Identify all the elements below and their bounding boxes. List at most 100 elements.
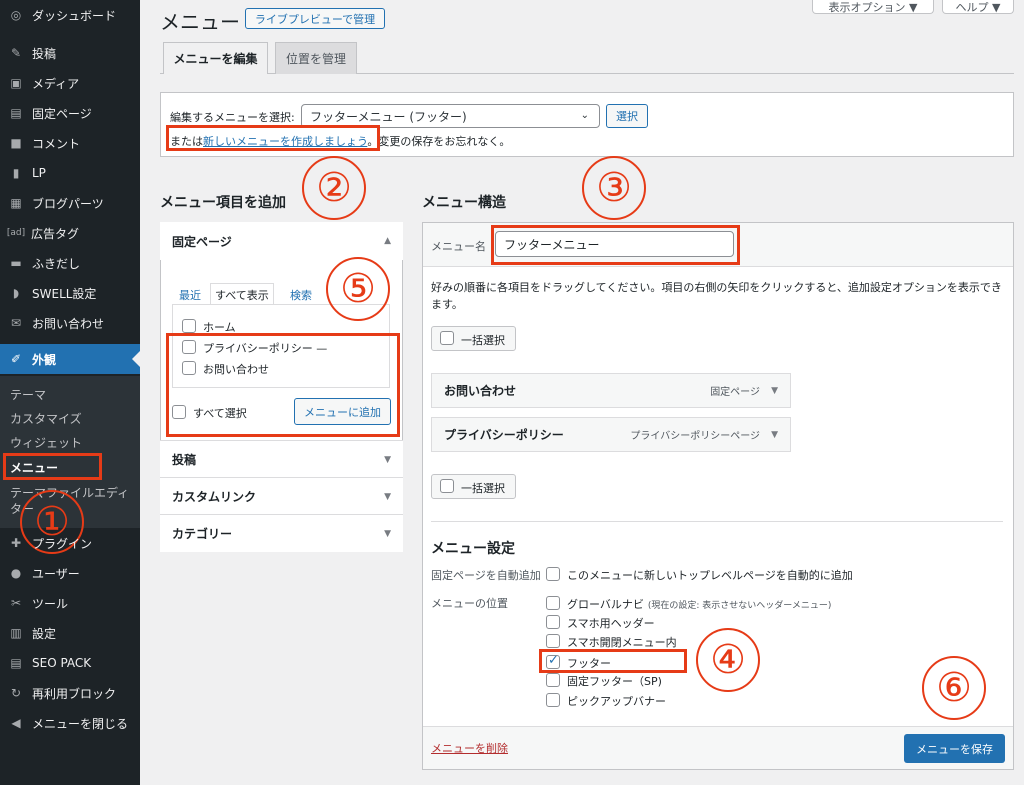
annotation-number-6: ⑥ [922, 656, 986, 720]
add-menu-items-heading: メニュー項目を追加 [160, 195, 286, 211]
sidebar-item-label: プラグイン [32, 536, 93, 551]
help-button[interactable]: ヘルプ ▼ [942, 0, 1014, 14]
location-name: スマホ用ヘッダー [567, 617, 655, 630]
sidebar-item-page[interactable]: ▤ 固定ページ [0, 98, 140, 128]
sidebar-item-seo[interactable]: ▤ SEO PACK [0, 648, 140, 678]
sidebar-item-media[interactable]: ▣ メディア [0, 68, 140, 98]
delete-menu-link[interactable]: メニューを削除 [431, 740, 508, 756]
annotation-number-2: ② [302, 156, 366, 220]
sidebar-item-dashboard[interactable]: ◎ ダッシュボード [0, 0, 140, 30]
screen-options-button[interactable]: 表示オプション ▼ [812, 0, 934, 14]
tab-manage-locations[interactable]: 位置を管理 [275, 42, 357, 74]
ad-icon: [ad] [6, 228, 26, 238]
menu-settings-heading: メニュー設定 [431, 541, 515, 557]
sidebar-item-label: LP [32, 166, 46, 180]
sidebar-item-settings[interactable]: ▥ 設定 [0, 618, 140, 648]
sidebar-item-balloon[interactable]: ▬ ふきだし [0, 248, 140, 278]
balloon-icon: ▬ [10, 256, 22, 270]
sidebar-item-label: 再利用ブロック [32, 686, 117, 701]
sidebar-item-blocks[interactable]: ▦ ブログパーツ [0, 188, 140, 218]
sidebar-item-label: 広告タグ [31, 226, 80, 241]
location-checkbox[interactable] [546, 615, 560, 629]
sidebar-item-wrench[interactable]: ✂ ツール [0, 588, 140, 618]
menu-item-privacy[interactable]: プライバシーポリシー プライバシーポリシーページ ▼ [431, 417, 791, 452]
auto-add-checkbox[interactable] [546, 567, 560, 581]
sidebar-item-swell[interactable]: ◗ SWELL設定 [0, 278, 140, 308]
live-preview-button[interactable]: ライブプレビューで管理 [245, 8, 385, 29]
sidebar-item-label: 設定 [32, 626, 57, 641]
sidebar-item-label: コメント [32, 136, 81, 151]
page-checkbox-home[interactable] [182, 319, 196, 333]
sidebar-item-brush[interactable]: ✐ 外観 [0, 344, 140, 374]
categories-section-header[interactable]: カテゴリー ▼ [160, 514, 403, 552]
chevron-down-icon[interactable]: ▼ [771, 430, 778, 440]
menu-item-type: プライバシーポリシーページ [630, 431, 760, 442]
menu-name-label: メニュー名 [431, 240, 486, 253]
sidebar-item-label: SWELL設定 [32, 286, 97, 301]
location-label: ピックアップバナー [567, 693, 666, 709]
bulk-select-checkbox-bottom[interactable] [440, 479, 454, 493]
location-checkbox[interactable] [546, 673, 560, 687]
location-checkbox[interactable] [546, 596, 560, 610]
sidebar-item-reuse[interactable]: ↻ 再利用ブロック [0, 678, 140, 708]
mail-icon: ✉ [10, 316, 22, 330]
submenu-widgets[interactable]: ウィジェット [10, 435, 82, 451]
subtab-search[interactable]: 検索 [290, 287, 312, 303]
menu-location-label: メニューの位置 [431, 597, 508, 610]
location-label: スマホ開閉メニュー内 [567, 634, 677, 650]
sidebar-item-pin[interactable]: ✎ 投稿 [0, 38, 140, 68]
location-label: グローバルナビ (現在の設定: 表示させないヘッダーメニュー) [567, 596, 831, 612]
hint-suffix: 。変更の保存をお忘れなく。 [367, 135, 511, 148]
reuse-icon: ↻ [10, 686, 22, 700]
menu-item-type: 固定ページ [710, 387, 760, 398]
location-name: ピックアップバナー [567, 695, 666, 708]
sidebar-item-label: ユーザー [32, 566, 80, 581]
posts-section-header[interactable]: 投稿 ▼ [160, 440, 403, 478]
select-menu-label: 編集するメニューを選択: [170, 111, 295, 124]
location-checkbox[interactable] [546, 693, 560, 707]
sidebar-item-label: ダッシュボード [32, 8, 117, 23]
bulk-select-label-top: 一括選択 [461, 334, 505, 347]
sidebar-item-comment[interactable]: ■ コメント [0, 128, 140, 158]
brush-icon: ✐ [10, 352, 22, 366]
sidebar-item-document[interactable]: ▮ LP [0, 158, 140, 188]
sidebar-item-label: メディア [32, 76, 80, 91]
custom-links-section-header[interactable]: カスタムリンク ▼ [160, 477, 403, 515]
location-checkbox[interactable] [546, 634, 560, 648]
submenu-customize[interactable]: カスタマイズ [10, 411, 82, 427]
pages-section-header[interactable]: 固定ページ ▲ [160, 222, 403, 260]
sidebar-item-label: お問い合わせ [32, 316, 105, 331]
sidebar-item-plugin[interactable]: ✚ プラグイン [0, 528, 140, 558]
user-icon: ● [10, 566, 22, 580]
swell-icon: ◗ [12, 286, 20, 300]
location-name: グローバルナビ [567, 598, 644, 611]
sidebar-item-label: 投稿 [32, 46, 57, 61]
annotation-number-3: ③ [582, 156, 646, 220]
menu-structure-heading: メニュー構造 [422, 195, 506, 211]
sidebar-item-ad[interactable]: [ad] 広告タグ [0, 218, 140, 248]
categories-section-title: カテゴリー [172, 527, 233, 541]
select-button[interactable]: 選択 [606, 104, 648, 128]
save-menu-button[interactable]: メニューを保存 [904, 734, 1005, 763]
pin-icon: ✎ [10, 46, 22, 60]
location-label: スマホ用ヘッダー [567, 615, 655, 631]
bulk-select-checkbox-top[interactable] [440, 331, 454, 345]
blocks-icon: ▦ [10, 196, 22, 210]
collapse-icon: ◀ [11, 716, 21, 730]
chevron-down-icon[interactable]: ▼ [771, 386, 778, 396]
submenu-theme[interactable]: テーマ [10, 387, 46, 403]
sidebar-item-mail[interactable]: ✉ お問い合わせ [0, 308, 140, 338]
tab-edit-menus[interactable]: メニューを編集 [163, 42, 268, 74]
location-name: 固定フッター（SP) [567, 675, 662, 688]
location-name: スマホ開閉メニュー内 [567, 636, 677, 649]
chevron-down-icon: ▼ [384, 491, 391, 502]
sidebar-item-user[interactable]: ● ユーザー [0, 558, 140, 588]
menu-item-contact[interactable]: お問い合わせ 固定ページ ▼ [431, 373, 791, 408]
subtab-recent[interactable]: 最近 [179, 287, 201, 303]
annotation-box-pages [166, 333, 400, 437]
page-title: メニュー [160, 10, 240, 34]
plugin-icon: ✚ [10, 536, 22, 550]
drag-instructions: 好みの順番に各項目をドラッグしてください。項目の右側の矢印をクリックすると、追加… [431, 281, 1002, 311]
sidebar-item-label: メニューを閉じる [32, 716, 129, 731]
sidebar-item-collapse[interactable]: ◀ メニューを閉じる [0, 708, 140, 738]
